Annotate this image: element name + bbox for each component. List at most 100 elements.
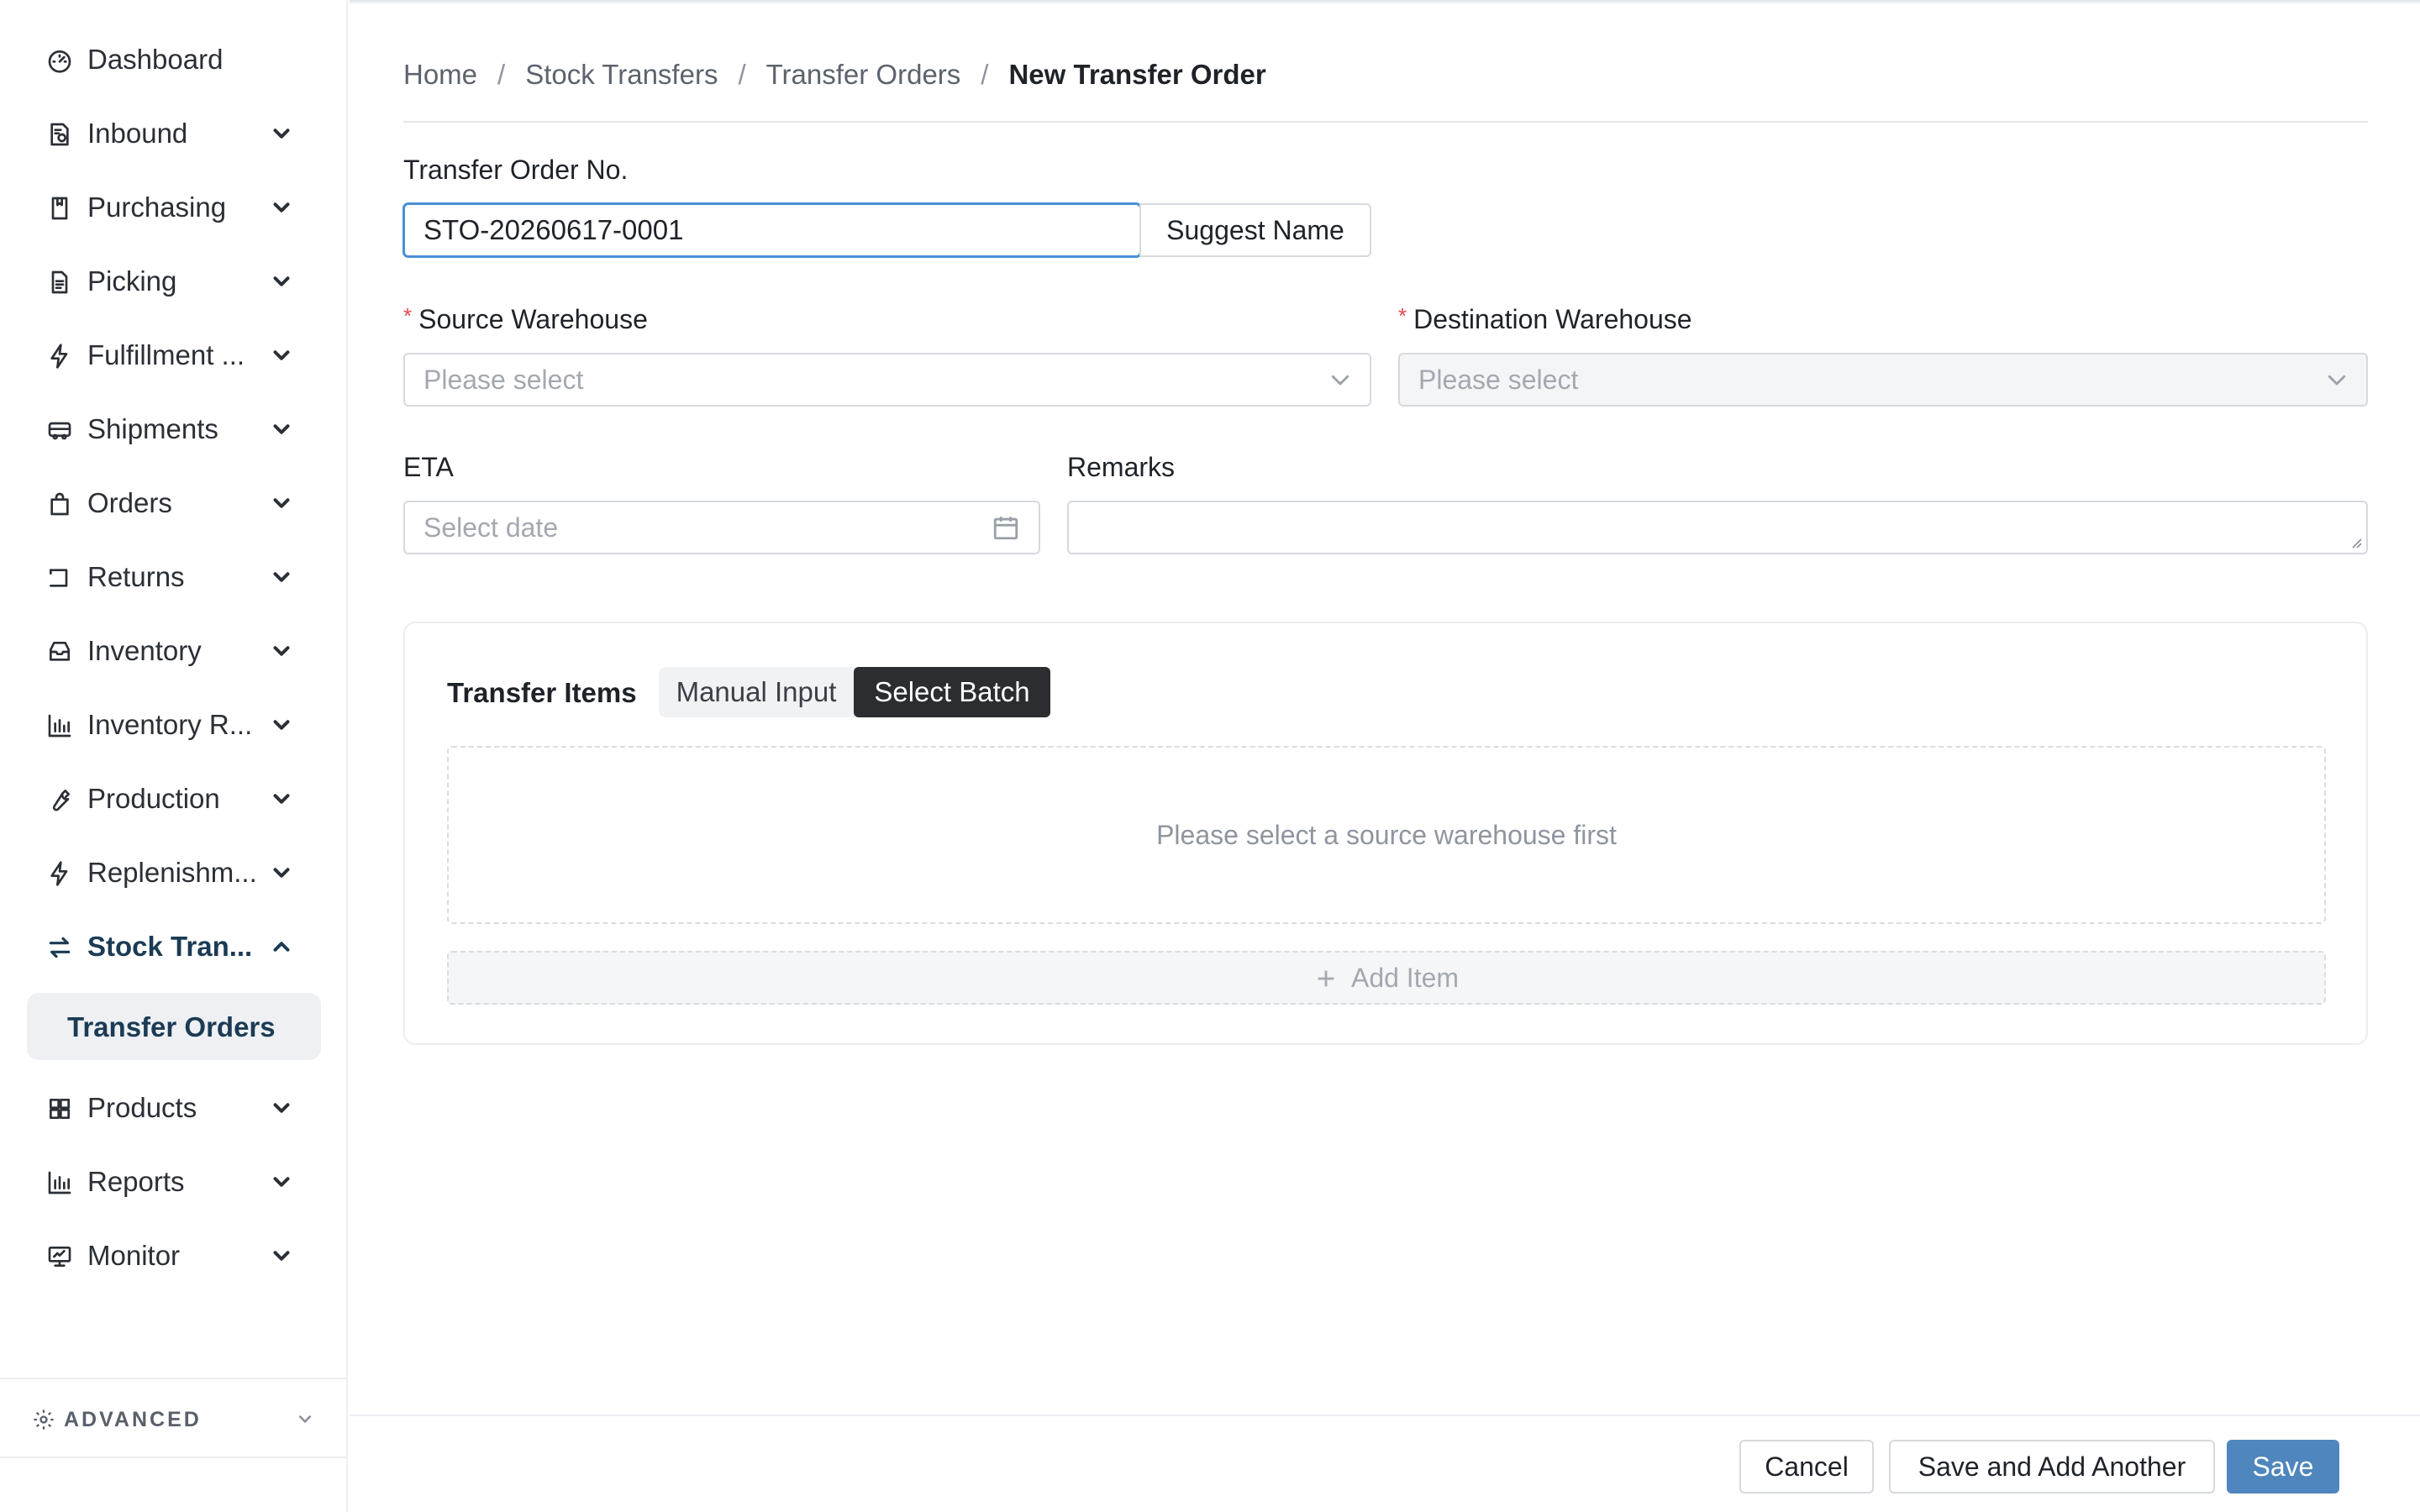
sidebar-item-label: Products xyxy=(87,1092,197,1123)
bolt-icon xyxy=(45,859,74,888)
sidebar-item-reports[interactable]: Reports xyxy=(0,1146,348,1220)
add-item-button[interactable]: Add Item xyxy=(447,951,2326,1005)
sidebar-item-inventory[interactable]: Inventory xyxy=(0,615,348,689)
form-footer: Cancel Save and Add Another Save xyxy=(350,1415,2420,1512)
tab-manual-input[interactable]: Manual Input xyxy=(659,667,854,717)
source-warehouse-label-text: Source Warehouse xyxy=(418,304,648,334)
required-mark: * xyxy=(403,303,413,328)
breadcrumb-stock-transfers[interactable]: Stock Transfers xyxy=(525,59,718,91)
sidebar-item-shipments[interactable]: Shipments xyxy=(0,393,348,467)
purchasing-icon xyxy=(45,194,74,223)
bar-chart-icon xyxy=(45,1168,74,1197)
top-shadow xyxy=(350,0,2420,5)
sidebar-item-picking[interactable]: Picking xyxy=(0,245,348,319)
chevron-down-icon[interactable] xyxy=(269,195,294,220)
save-button[interactable]: Save xyxy=(2227,1440,2339,1494)
sidebar-item-label: Picking xyxy=(87,265,177,297)
chevron-down-icon[interactable] xyxy=(269,1095,294,1121)
sidebar-item-inbound[interactable]: Inbound xyxy=(0,97,348,171)
chevron-down-icon[interactable] xyxy=(269,417,294,442)
chevron-down-icon[interactable] xyxy=(269,860,294,885)
sidebar-item-inventory-reports[interactable]: Inventory R... xyxy=(0,689,348,763)
add-item-label: Add Item xyxy=(1350,962,1460,993)
sidebar-item-label: Inbound xyxy=(87,118,188,149)
dashboard-icon xyxy=(45,46,74,75)
header-divider xyxy=(403,121,2368,123)
sidebar-item-replenishment[interactable]: Replenishm... xyxy=(0,837,348,911)
sidebar-item-products[interactable]: Products xyxy=(0,1072,348,1146)
cancel-button[interactable]: Cancel xyxy=(1739,1440,1874,1494)
source-warehouse-select[interactable] xyxy=(403,353,1371,407)
order-no-label: Transfer Order No. xyxy=(403,155,629,185)
sidebar-subitem-transfer-orders[interactable]: Transfer Orders xyxy=(27,993,321,1060)
sidebar-item-label: Monitor xyxy=(87,1240,181,1271)
destination-warehouse-label: * Destination Warehouse xyxy=(1398,303,1692,335)
sidebar-item-stock-transfers[interactable]: Stock Tran... xyxy=(0,911,348,984)
sidebar-item-dashboard[interactable]: Dashboard xyxy=(0,24,348,97)
chevron-up-icon[interactable] xyxy=(269,934,294,959)
sidebar-item-monitor[interactable]: Monitor xyxy=(0,1220,348,1294)
remarks-textarea[interactable] xyxy=(1067,501,2368,554)
remarks-label: Remarks xyxy=(1067,452,1176,482)
chevron-down-icon[interactable] xyxy=(269,1243,294,1268)
sidebar-item-label: Dashboard xyxy=(87,44,224,75)
grid-icon xyxy=(45,1095,74,1123)
chevron-down-icon[interactable] xyxy=(269,638,294,664)
chevron-down-icon[interactable] xyxy=(269,343,294,368)
sidebar-item-production[interactable]: Production xyxy=(0,763,348,837)
sidebar-item-label: Replenishm... xyxy=(87,857,257,888)
sidebar-item-label: Shipments xyxy=(87,413,218,444)
sidebar-item-label: Purchasing xyxy=(87,192,227,223)
gear-icon xyxy=(32,1408,55,1431)
sidebar-item-orders[interactable]: Orders xyxy=(0,467,348,541)
inbox-icon xyxy=(45,638,74,666)
bolt-icon xyxy=(45,342,74,370)
sidebar-item-label: Orders xyxy=(87,487,172,518)
suggest-name-button[interactable]: Suggest Name xyxy=(1139,203,1371,257)
eta-date-input[interactable] xyxy=(403,501,1040,554)
chevron-down-icon[interactable] xyxy=(269,491,294,516)
required-mark: * xyxy=(1398,303,1407,328)
resize-grip-icon[interactable] xyxy=(2349,536,2363,549)
wrench-icon xyxy=(45,785,74,814)
chevron-down-icon[interactable] xyxy=(269,1169,294,1194)
breadcrumb: Home / Stock Transfers / Transfer Orders… xyxy=(403,59,1266,91)
breadcrumb-transfer-orders[interactable]: Transfer Orders xyxy=(766,59,961,91)
sidebar-item-label: Inventory xyxy=(87,635,202,666)
destination-warehouse-select[interactable] xyxy=(1398,353,2368,407)
truck-icon xyxy=(45,416,74,444)
transfer-items-empty-state: Please select a source warehouse first xyxy=(447,746,2326,924)
chevron-down-icon[interactable] xyxy=(269,269,294,294)
return-icon xyxy=(45,564,74,592)
breadcrumb-current: New Transfer Order xyxy=(1008,59,1266,90)
chevron-down-icon[interactable] xyxy=(269,786,294,811)
breadcrumb-home[interactable]: Home xyxy=(403,59,477,91)
empty-state-message: Please select a source warehouse first xyxy=(1156,820,1617,850)
monitor-icon xyxy=(45,1242,74,1271)
transfer-icon xyxy=(45,933,74,962)
calendar-icon[interactable] xyxy=(992,513,1020,542)
sidebar-item-fulfillment[interactable]: Fulfillment ... xyxy=(0,319,348,393)
breadcrumb-separator: / xyxy=(497,59,506,90)
advanced-section-toggle[interactable]: ADVANCED xyxy=(0,1378,348,1458)
picking-icon xyxy=(45,268,74,297)
bar-chart-icon xyxy=(45,711,74,740)
sidebar-item-label: Stock Tran... xyxy=(87,931,253,962)
order-no-input[interactable] xyxy=(403,203,1141,257)
sidebar-item-returns[interactable]: Returns xyxy=(0,541,348,615)
app-window: Dashboard Inbound Purchasing Picking Ful… xyxy=(0,0,2420,1512)
sidebar: Dashboard Inbound Purchasing Picking Ful… xyxy=(0,0,348,1512)
save-and-add-another-button[interactable]: Save and Add Another xyxy=(1889,1440,2215,1494)
tab-select-batch[interactable]: Select Batch xyxy=(854,667,1050,717)
chevron-down-icon[interactable] xyxy=(269,121,294,146)
sidebar-subitem-label: Transfer Orders xyxy=(67,1011,276,1042)
eta-label: ETA xyxy=(403,452,454,482)
sidebar-item-purchasing[interactable]: Purchasing xyxy=(0,171,348,245)
chevron-down-icon[interactable] xyxy=(269,712,294,738)
chevron-down-icon[interactable] xyxy=(269,564,294,590)
breadcrumb-separator: / xyxy=(981,59,989,90)
sidebar-item-label: Inventory R... xyxy=(87,709,253,740)
sidebar-item-label: Fulfillment ... xyxy=(87,339,245,370)
plus-icon xyxy=(1314,966,1338,990)
destination-warehouse-label-text: Destination Warehouse xyxy=(1413,304,1692,334)
